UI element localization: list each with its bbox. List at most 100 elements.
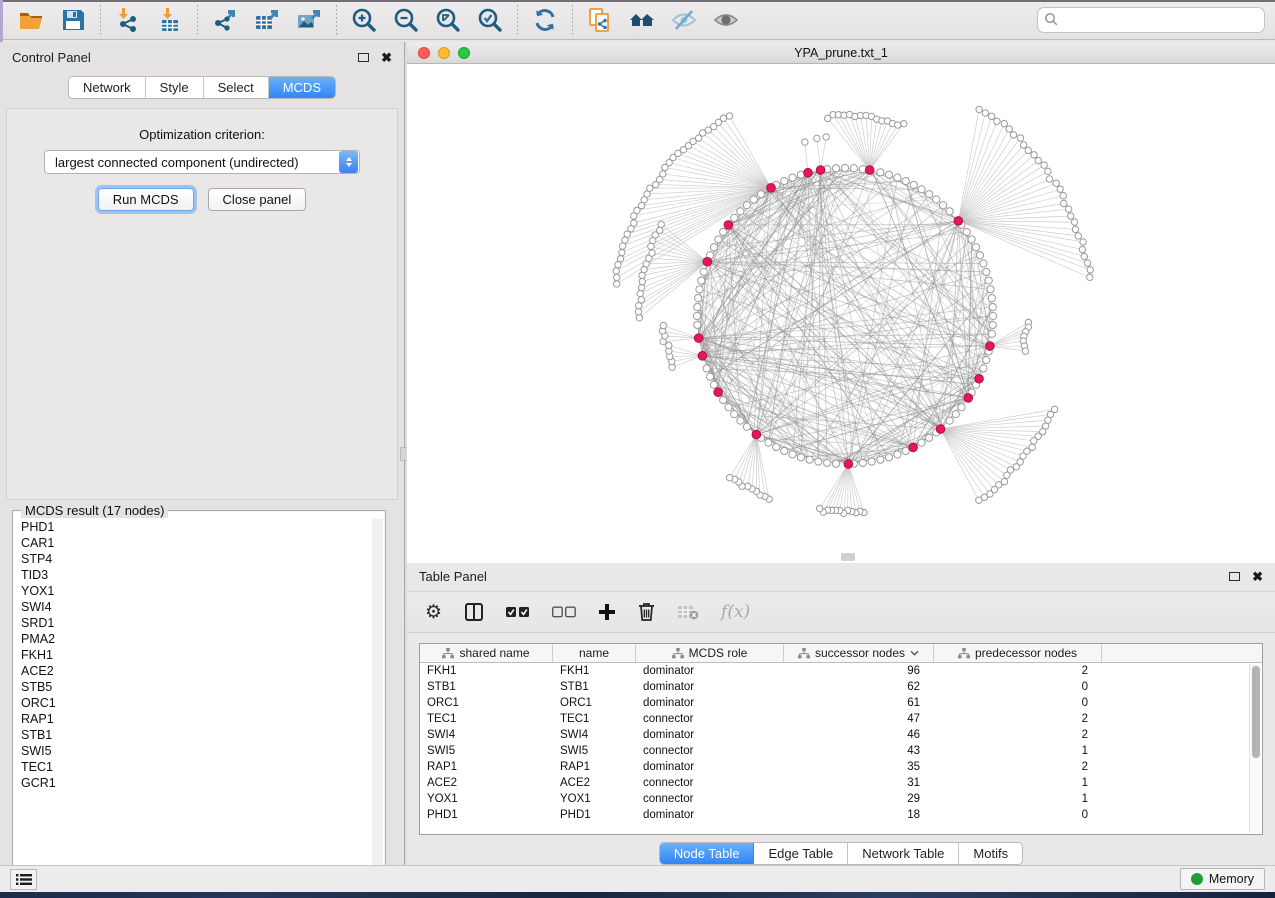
table-row[interactable]: PHD1PHD1dominator180 bbox=[420, 807, 1262, 823]
zoom-in-icon[interactable] bbox=[347, 4, 381, 36]
table-row[interactable]: ACE2ACE2connector311 bbox=[420, 775, 1262, 791]
column-header-MCDS-role[interactable]: MCDS role bbox=[636, 644, 784, 662]
result-item[interactable]: TEC1 bbox=[15, 759, 372, 775]
cell-predecessor-nodes: 1 bbox=[934, 743, 1102, 759]
mcds-result-list[interactable]: PHD1CAR1STP4TID3YOX1SWI4SRD1PMA2FKH1ACE2… bbox=[15, 519, 372, 877]
network-titlebar[interactable]: YPA_prune.txt_1 bbox=[407, 42, 1275, 64]
table-row[interactable]: STB1STB1dominator620 bbox=[420, 679, 1262, 695]
float-table-panel-icon[interactable] bbox=[1229, 572, 1240, 581]
tab-node-table[interactable]: Node Table bbox=[660, 843, 755, 864]
cell-MCDS-role: dominator bbox=[636, 727, 784, 743]
clone-network-icon[interactable] bbox=[583, 4, 617, 36]
zoom-out-icon[interactable] bbox=[389, 4, 423, 36]
memory-status-icon bbox=[1191, 873, 1203, 885]
tab-network-table[interactable]: Network Table bbox=[848, 843, 959, 864]
result-item[interactable]: ACE2 bbox=[15, 663, 372, 679]
save-session-icon[interactable] bbox=[56, 4, 90, 36]
table-settings-gear-icon[interactable]: ⚙ bbox=[425, 603, 442, 622]
main-toolbar bbox=[0, 0, 1275, 40]
cell-shared-name: RAP1 bbox=[420, 759, 553, 775]
result-item[interactable]: SWI4 bbox=[15, 599, 372, 615]
table-row[interactable]: YOX1YOX1connector291 bbox=[420, 791, 1262, 807]
table-row[interactable]: TEC1TEC1connector472 bbox=[420, 711, 1262, 727]
first-neighbors-icon[interactable] bbox=[625, 4, 659, 36]
network-hscroll-handle[interactable] bbox=[841, 553, 855, 561]
tab-motifs[interactable]: Motifs bbox=[959, 843, 1022, 864]
close-table-panel-icon[interactable]: ✖ bbox=[1252, 570, 1263, 583]
cell-name: SWI5 bbox=[553, 743, 636, 759]
control-panel-tabs: NetworkStyleSelectMCDS bbox=[68, 76, 336, 99]
column-header-shared-name[interactable]: shared name bbox=[420, 644, 553, 662]
zoom-fit-icon[interactable] bbox=[431, 4, 465, 36]
cell-shared-name: STB1 bbox=[420, 679, 553, 695]
import-network-icon[interactable] bbox=[111, 4, 145, 36]
tab-edge-table[interactable]: Edge Table bbox=[754, 843, 848, 864]
tab-mcds[interactable]: MCDS bbox=[269, 77, 335, 98]
table-row[interactable]: SWI4SWI4dominator462 bbox=[420, 727, 1262, 743]
zoom-selected-icon[interactable] bbox=[473, 4, 507, 36]
network-graph[interactable] bbox=[407, 64, 1273, 561]
select-all-icon[interactable] bbox=[506, 606, 530, 618]
column-header-filler bbox=[1102, 644, 1262, 662]
show-all-icon[interactable] bbox=[709, 4, 743, 36]
result-item[interactable]: STP4 bbox=[15, 551, 372, 567]
cell-predecessor-nodes: 0 bbox=[934, 695, 1102, 711]
float-panel-icon[interactable] bbox=[358, 53, 369, 62]
open-file-icon[interactable] bbox=[14, 4, 48, 36]
network-canvas[interactable] bbox=[407, 64, 1275, 562]
column-header-name[interactable]: name bbox=[553, 644, 636, 662]
table-row[interactable]: FKH1FKH1dominator962 bbox=[420, 663, 1262, 679]
optimization-criterion-select[interactable]: largest connected component (undirected) bbox=[44, 150, 360, 174]
cell-name: ORC1 bbox=[553, 695, 636, 711]
tab-network[interactable]: Network bbox=[69, 77, 146, 98]
tab-select[interactable]: Select bbox=[204, 77, 269, 98]
close-panel-icon[interactable]: ✖ bbox=[381, 51, 392, 64]
result-item[interactable]: FKH1 bbox=[15, 647, 372, 663]
result-item[interactable]: SRD1 bbox=[15, 615, 372, 631]
table-scrollbar[interactable] bbox=[1249, 664, 1261, 833]
result-item[interactable]: YOX1 bbox=[15, 583, 372, 599]
search-input[interactable] bbox=[1037, 7, 1265, 33]
column-selector-icon[interactable] bbox=[464, 602, 484, 622]
memory-button[interactable]: Memory bbox=[1180, 868, 1265, 890]
table-row[interactable]: RAP1RAP1dominator352 bbox=[420, 759, 1262, 775]
export-image-icon[interactable] bbox=[292, 4, 326, 36]
result-item[interactable]: GCR1 bbox=[15, 775, 372, 791]
result-item[interactable]: RAP1 bbox=[15, 711, 372, 727]
cell-MCDS-role: dominator bbox=[636, 679, 784, 695]
cell-MCDS-role: dominator bbox=[636, 807, 784, 823]
cell-shared-name: PHD1 bbox=[420, 807, 553, 823]
table-row[interactable]: SWI5SWI5connector431 bbox=[420, 743, 1262, 759]
result-item[interactable]: TID3 bbox=[15, 567, 372, 583]
mcds-result-title: MCDS result (17 nodes) bbox=[21, 503, 168, 518]
cell-name: FKH1 bbox=[553, 663, 636, 679]
deselect-all-icon[interactable] bbox=[552, 606, 576, 618]
result-item[interactable]: STB1 bbox=[15, 727, 372, 743]
result-item[interactable]: PMA2 bbox=[15, 631, 372, 647]
import-table-icon[interactable] bbox=[153, 4, 187, 36]
run-mcds-button[interactable]: Run MCDS bbox=[98, 188, 194, 211]
column-header-predecessor-nodes[interactable]: predecessor nodes bbox=[934, 644, 1102, 662]
table-row[interactable]: ORC1ORC1dominator610 bbox=[420, 695, 1262, 711]
export-table-icon[interactable] bbox=[250, 4, 284, 36]
result-item[interactable]: STB5 bbox=[15, 679, 372, 695]
delete-column-icon[interactable] bbox=[638, 602, 655, 622]
result-item[interactable]: ORC1 bbox=[15, 695, 372, 711]
node-table: shared namenameMCDS rolesuccessor nodesp… bbox=[419, 643, 1263, 835]
cell-predecessor-nodes: 0 bbox=[934, 679, 1102, 695]
cell-name: SWI4 bbox=[553, 727, 636, 743]
add-column-icon[interactable] bbox=[598, 603, 616, 621]
column-header-successor-nodes[interactable]: successor nodes bbox=[784, 644, 934, 662]
result-item[interactable]: CAR1 bbox=[15, 535, 372, 551]
task-history-button[interactable] bbox=[10, 869, 37, 890]
table-scrollbar-thumb[interactable] bbox=[1252, 666, 1260, 758]
search-icon bbox=[1044, 12, 1059, 27]
close-panel-button[interactable]: Close panel bbox=[208, 188, 307, 211]
result-item[interactable]: PHD1 bbox=[15, 519, 372, 535]
result-list-scrollbar[interactable] bbox=[372, 519, 383, 877]
refresh-layout-icon[interactable] bbox=[528, 4, 562, 36]
export-network-icon[interactable] bbox=[208, 4, 242, 36]
result-item[interactable]: SWI5 bbox=[15, 743, 372, 759]
tab-style[interactable]: Style bbox=[146, 77, 204, 98]
hide-selected-icon[interactable] bbox=[667, 4, 701, 36]
